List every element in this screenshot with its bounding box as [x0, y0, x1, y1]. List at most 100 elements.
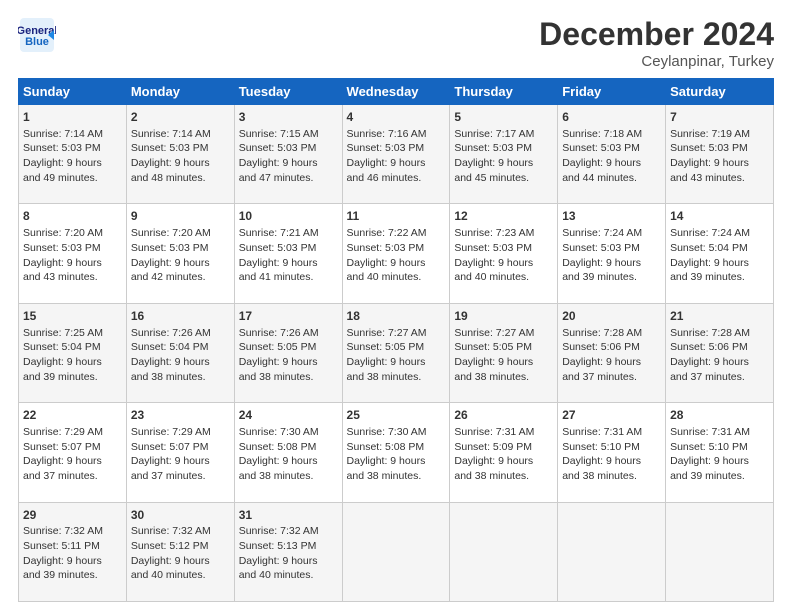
calendar-day-cell: 12Sunrise: 7:23 AMSunset: 5:03 PMDayligh… — [450, 204, 558, 303]
svg-text:Blue: Blue — [25, 36, 49, 48]
day-info-line: Sunrise: 7:15 AM — [239, 127, 338, 142]
calendar-week-row: 29Sunrise: 7:32 AMSunset: 5:11 PMDayligh… — [19, 502, 774, 601]
day-info-line: and 38 minutes. — [347, 370, 446, 385]
calendar-day-cell: 27Sunrise: 7:31 AMSunset: 5:10 PMDayligh… — [558, 403, 666, 502]
calendar-header-cell: Tuesday — [234, 79, 342, 105]
calendar-day-cell: 25Sunrise: 7:30 AMSunset: 5:08 PMDayligh… — [342, 403, 450, 502]
day-number: 4 — [347, 109, 446, 126]
day-info-line: and 38 minutes. — [239, 370, 338, 385]
day-number: 26 — [454, 407, 553, 424]
calendar-day-cell: 19Sunrise: 7:27 AMSunset: 5:05 PMDayligh… — [450, 303, 558, 402]
day-number: 19 — [454, 308, 553, 325]
calendar-day-cell: 16Sunrise: 7:26 AMSunset: 5:04 PMDayligh… — [126, 303, 234, 402]
day-info-line: Sunset: 5:05 PM — [347, 340, 446, 355]
day-info-line: Sunrise: 7:24 AM — [562, 226, 661, 241]
calendar-day-cell: 13Sunrise: 7:24 AMSunset: 5:03 PMDayligh… — [558, 204, 666, 303]
day-info-line: Sunrise: 7:21 AM — [239, 226, 338, 241]
day-info-line: Daylight: 9 hours — [131, 256, 230, 271]
day-info-line: and 39 minutes. — [562, 270, 661, 285]
day-info-line: Daylight: 9 hours — [670, 156, 769, 171]
calendar-day-cell: 24Sunrise: 7:30 AMSunset: 5:08 PMDayligh… — [234, 403, 342, 502]
day-info-line: Sunset: 5:04 PM — [131, 340, 230, 355]
day-info-line: and 43 minutes. — [23, 270, 122, 285]
calendar-header-cell: Sunday — [19, 79, 127, 105]
day-info-line: and 38 minutes. — [454, 370, 553, 385]
page-subtitle: Ceylanpinar, Turkey — [539, 53, 774, 70]
calendar-day-cell: 10Sunrise: 7:21 AMSunset: 5:03 PMDayligh… — [234, 204, 342, 303]
day-info-line: Daylight: 9 hours — [347, 256, 446, 271]
day-info-line: Daylight: 9 hours — [562, 256, 661, 271]
calendar-day-cell: 20Sunrise: 7:28 AMSunset: 5:06 PMDayligh… — [558, 303, 666, 402]
day-info-line: and 38 minutes. — [562, 469, 661, 484]
day-number: 18 — [347, 308, 446, 325]
page: General Blue December 2024 Ceylanpinar, … — [0, 0, 792, 612]
calendar-day-cell — [558, 502, 666, 601]
day-info-line: Daylight: 9 hours — [562, 454, 661, 469]
day-number: 3 — [239, 109, 338, 126]
calendar-day-cell: 23Sunrise: 7:29 AMSunset: 5:07 PMDayligh… — [126, 403, 234, 502]
day-info-line: Sunrise: 7:23 AM — [454, 226, 553, 241]
calendar-header-cell: Saturday — [666, 79, 774, 105]
day-info-line: Daylight: 9 hours — [23, 256, 122, 271]
calendar-header-row: SundayMondayTuesdayWednesdayThursdayFrid… — [19, 79, 774, 105]
day-number: 7 — [670, 109, 769, 126]
day-info-line: Sunset: 5:10 PM — [562, 440, 661, 455]
day-info-line: Sunset: 5:12 PM — [131, 539, 230, 554]
calendar-day-cell: 14Sunrise: 7:24 AMSunset: 5:04 PMDayligh… — [666, 204, 774, 303]
day-number: 29 — [23, 507, 122, 524]
logo-icon: General Blue — [18, 16, 56, 54]
day-info-line: Sunrise: 7:20 AM — [23, 226, 122, 241]
day-info-line: Sunrise: 7:14 AM — [131, 127, 230, 142]
day-number: 11 — [347, 208, 446, 225]
day-number: 16 — [131, 308, 230, 325]
day-number: 8 — [23, 208, 122, 225]
calendar-day-cell: 15Sunrise: 7:25 AMSunset: 5:04 PMDayligh… — [19, 303, 127, 402]
day-info-line: Sunset: 5:03 PM — [347, 241, 446, 256]
day-info-line: and 38 minutes. — [454, 469, 553, 484]
day-info-line: and 46 minutes. — [347, 171, 446, 186]
day-info-line: Sunrise: 7:29 AM — [131, 425, 230, 440]
day-info-line: Sunset: 5:08 PM — [239, 440, 338, 455]
day-info-line: Sunrise: 7:22 AM — [347, 226, 446, 241]
day-info-line: Sunset: 5:07 PM — [131, 440, 230, 455]
calendar-day-cell: 2Sunrise: 7:14 AMSunset: 5:03 PMDaylight… — [126, 105, 234, 204]
day-info-line: Sunrise: 7:29 AM — [23, 425, 122, 440]
calendar-day-cell — [342, 502, 450, 601]
day-info-line: Sunrise: 7:28 AM — [562, 326, 661, 341]
calendar-header-cell: Thursday — [450, 79, 558, 105]
day-info-line: and 38 minutes. — [347, 469, 446, 484]
calendar-day-cell: 5Sunrise: 7:17 AMSunset: 5:03 PMDaylight… — [450, 105, 558, 204]
day-info-line: Daylight: 9 hours — [131, 454, 230, 469]
day-info-line: Daylight: 9 hours — [454, 454, 553, 469]
calendar-day-cell: 3Sunrise: 7:15 AMSunset: 5:03 PMDaylight… — [234, 105, 342, 204]
day-info-line: Sunset: 5:11 PM — [23, 539, 122, 554]
day-info-line: Daylight: 9 hours — [454, 156, 553, 171]
calendar-day-cell: 29Sunrise: 7:32 AMSunset: 5:11 PMDayligh… — [19, 502, 127, 601]
day-number: 28 — [670, 407, 769, 424]
day-info-line: Daylight: 9 hours — [23, 156, 122, 171]
day-info-line: Daylight: 9 hours — [454, 256, 553, 271]
day-info-line: Sunrise: 7:24 AM — [670, 226, 769, 241]
day-info-line: and 39 minutes. — [23, 568, 122, 583]
day-number: 23 — [131, 407, 230, 424]
day-info-line: Sunset: 5:03 PM — [23, 241, 122, 256]
day-info-line: Sunset: 5:10 PM — [670, 440, 769, 455]
day-info-line: Daylight: 9 hours — [239, 554, 338, 569]
day-info-line: Sunrise: 7:31 AM — [562, 425, 661, 440]
day-info-line: Sunrise: 7:27 AM — [347, 326, 446, 341]
day-info-line: Daylight: 9 hours — [239, 355, 338, 370]
logo: General Blue — [18, 16, 56, 54]
day-info-line: Sunset: 5:07 PM — [23, 440, 122, 455]
calendar-day-cell: 17Sunrise: 7:26 AMSunset: 5:05 PMDayligh… — [234, 303, 342, 402]
day-info-line: Sunrise: 7:26 AM — [239, 326, 338, 341]
day-info-line: Daylight: 9 hours — [347, 156, 446, 171]
day-info-line: Sunrise: 7:28 AM — [670, 326, 769, 341]
day-info-line: and 40 minutes. — [239, 568, 338, 583]
day-info-line: and 45 minutes. — [454, 171, 553, 186]
day-info-line: and 39 minutes. — [670, 469, 769, 484]
day-number: 12 — [454, 208, 553, 225]
calendar-day-cell: 28Sunrise: 7:31 AMSunset: 5:10 PMDayligh… — [666, 403, 774, 502]
day-info-line: Daylight: 9 hours — [239, 256, 338, 271]
calendar-day-cell — [450, 502, 558, 601]
day-info-line: and 38 minutes. — [239, 469, 338, 484]
